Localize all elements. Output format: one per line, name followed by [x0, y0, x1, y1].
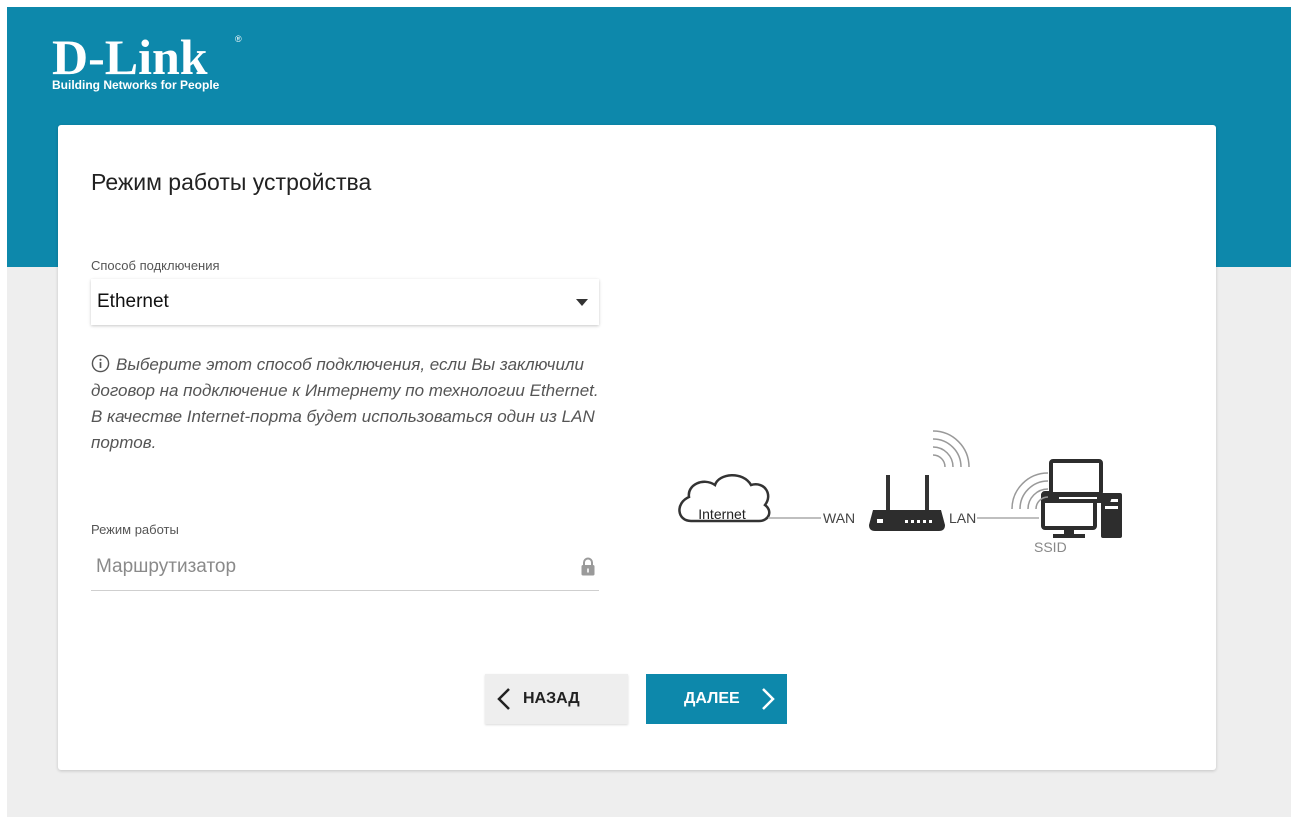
work-mode-field: Маршрутизатор — [91, 543, 599, 591]
caret-down-icon — [576, 299, 588, 306]
network-diagram: Internet WAN LAN SSID — [678, 430, 1122, 555]
laptop-icon — [1041, 459, 1113, 503]
lock-icon — [581, 557, 595, 576]
work-mode-value: Маршрутизатор — [96, 556, 237, 577]
info-circle-icon — [91, 354, 110, 373]
connection-type-value: Ethernet — [97, 291, 169, 312]
next-button[interactable]: ДАЛЕЕ — [646, 674, 787, 724]
dlink-logo: D-Link ® Building Networks for People — [52, 30, 242, 92]
ssid-label: SSID — [1034, 539, 1067, 555]
connection-type-label: Способ подключения — [91, 258, 220, 273]
chevron-left-icon — [497, 688, 510, 710]
connection-hint: Выберите этот способ подключения, если В… — [91, 352, 611, 456]
next-button-label: ДАЛЕЕ — [684, 690, 740, 707]
logo-tagline: Building Networks for People — [52, 78, 220, 92]
connection-type-select[interactable]: Ethernet — [91, 279, 599, 325]
back-button[interactable]: НАЗАД — [485, 674, 628, 724]
router-icon — [869, 475, 945, 531]
wizard-card: Режим работы устройства Способ подключен… — [58, 125, 1216, 770]
logo-wordmark: D-Link — [52, 30, 208, 85]
connection-hint-text: Выберите этот способ подключения, если В… — [91, 355, 599, 452]
svg-text:®: ® — [235, 34, 242, 44]
page-title: Режим работы устройства — [91, 169, 372, 195]
internet-label: Internet — [698, 506, 746, 522]
lan-label: LAN — [949, 510, 976, 526]
work-mode-label: Режим работы — [91, 522, 179, 537]
back-button-label: НАЗАД — [523, 690, 580, 707]
wan-label: WAN — [823, 510, 855, 526]
wifi-signal-icon — [932, 430, 970, 468]
chevron-right-icon — [762, 688, 775, 710]
